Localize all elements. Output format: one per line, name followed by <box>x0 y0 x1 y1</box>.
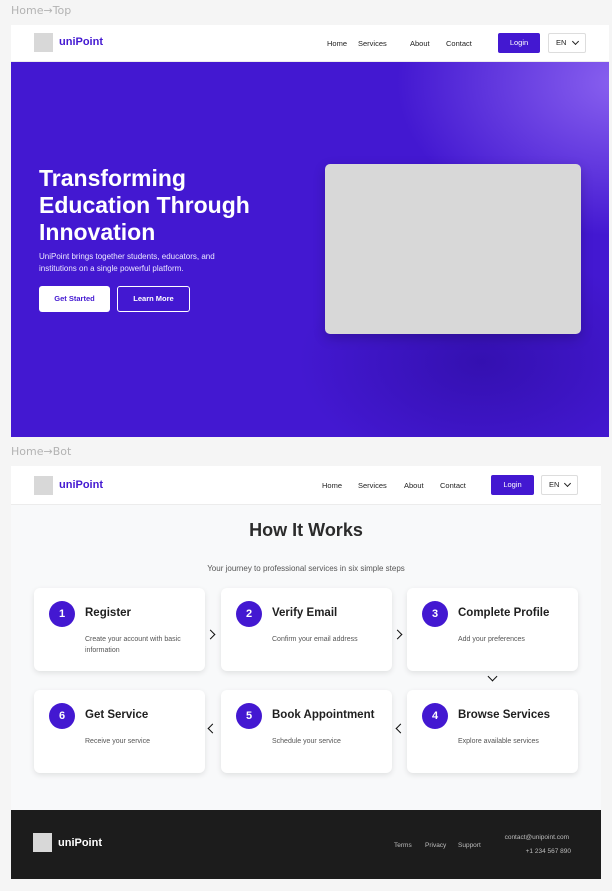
nav-link-services[interactable]: Services <box>358 39 387 48</box>
nav-link-contact[interactable]: Contact <box>446 39 472 48</box>
arrow-left-icon <box>207 723 218 734</box>
footer-link-terms[interactable]: Terms <box>394 842 412 849</box>
hero-title: Transforming Education Through Innovatio… <box>39 165 250 245</box>
step-description: Create your account with basic informati… <box>85 636 181 654</box>
step-card-register[interactable]: 1 Register Create your account with basi… <box>34 588 205 671</box>
home-bot-frame: uniPoint Home Services About Contact Log… <box>11 466 601 879</box>
step-card-browse-services[interactable]: 4 Browse Services Explore available serv… <box>407 690 578 773</box>
step-card-book-appointment[interactable]: 5 Book Appointment Schedule your service <box>221 690 392 773</box>
nav-link-about[interactable]: About <box>404 481 424 490</box>
step-number: 3 <box>422 601 448 627</box>
hero-image-placeholder <box>325 164 581 334</box>
step-description: Confirm your email address <box>272 636 358 643</box>
step-title: Book Appointment <box>272 709 375 721</box>
footer-link-privacy[interactable]: Privacy <box>425 842 446 849</box>
footer-link-support[interactable]: Support <box>458 842 481 849</box>
navbar: uniPoint Home Services About Contact Log… <box>11 25 609 62</box>
step-title: Complete Profile <box>458 607 550 619</box>
brand-name[interactable]: uniPoint <box>59 479 103 491</box>
step-description: Explore available services <box>458 738 539 745</box>
hero-section: Transforming Education Through Innovatio… <box>11 62 609 437</box>
home-top-frame: uniPoint Home Services About Contact Log… <box>11 25 609 437</box>
footer-logo-placeholder <box>33 833 52 852</box>
step-description: Add your preferences <box>458 636 525 643</box>
arrow-right-icon <box>392 629 403 640</box>
step-title: Verify Email <box>272 607 338 619</box>
step-card-get-service[interactable]: 6 Get Service Receive your service <box>34 690 205 773</box>
brand-name[interactable]: uniPoint <box>59 36 103 48</box>
learn-more-button[interactable]: Learn More <box>117 286 190 312</box>
footer: uniPoint Terms Privacy Support contact@u… <box>11 810 601 879</box>
chevron-down-icon <box>563 479 572 488</box>
nav-link-home[interactable]: Home <box>327 39 347 48</box>
arrow-down-icon <box>487 671 498 682</box>
chevron-down-icon <box>571 37 580 46</box>
nav-link-about[interactable]: About <box>410 39 430 48</box>
footer-phone[interactable]: +1 234 567 890 <box>526 848 571 855</box>
nav-link-home[interactable]: Home <box>322 481 342 490</box>
step-description: Receive your service <box>85 738 150 745</box>
nav-link-services[interactable]: Services <box>358 481 387 490</box>
step-number: 5 <box>236 703 262 729</box>
logo-placeholder[interactable] <box>34 476 53 495</box>
step-number: 2 <box>236 601 262 627</box>
get-started-button[interactable]: Get Started <box>39 286 110 312</box>
footer-brand-name: uniPoint <box>58 837 102 849</box>
step-number: 6 <box>49 703 75 729</box>
login-button[interactable]: Login <box>498 33 540 53</box>
language-value: EN <box>556 38 567 47</box>
language-select[interactable]: EN <box>541 475 578 495</box>
logo-placeholder[interactable] <box>34 33 53 52</box>
step-title: Browse Services <box>458 709 551 721</box>
section-title: How It Works <box>249 520 363 540</box>
step-card-complete-profile[interactable]: 3 Complete Profile Add your preferences <box>407 588 578 671</box>
frame-label-bot: Home→Bot <box>11 445 72 458</box>
step-title: Register <box>85 607 132 619</box>
step-number: 1 <box>49 601 75 627</box>
frame-label-top: Home→Top <box>11 4 72 17</box>
step-number: 4 <box>422 703 448 729</box>
arrow-right-icon <box>205 629 216 640</box>
login-button[interactable]: Login <box>491 475 534 495</box>
step-card-verify-email[interactable]: 2 Verify Email Confirm your email addres… <box>221 588 392 671</box>
footer-email[interactable]: contact@unipoint.com <box>505 834 569 841</box>
nav-link-contact[interactable]: Contact <box>440 481 466 490</box>
section-subtitle: Your journey to professional services in… <box>207 564 405 573</box>
step-title: Get Service <box>85 709 149 721</box>
language-value: EN <box>549 480 560 489</box>
arrow-left-icon <box>395 723 406 734</box>
hero-subtitle: UniPoint brings together students, educa… <box>39 252 215 273</box>
step-description: Schedule your service <box>272 738 341 745</box>
language-select[interactable]: EN <box>548 33 586 53</box>
navbar: uniPoint Home Services About Contact Log… <box>11 466 601 505</box>
